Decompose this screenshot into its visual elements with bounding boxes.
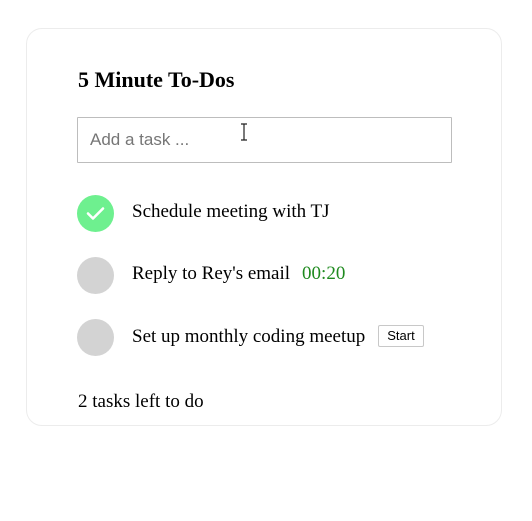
task-complete-toggle[interactable] <box>77 195 114 232</box>
todo-card: 5 Minute To-Dos Schedule meeting with TJ… <box>26 28 502 426</box>
task-complete-toggle[interactable] <box>77 319 114 356</box>
task-timer: 00:20 <box>302 263 346 284</box>
task-label: Reply to Rey's email <box>132 263 291 284</box>
add-task-input[interactable] <box>77 117 452 163</box>
task-label: Schedule meeting with TJ <box>132 201 330 222</box>
tasks-remaining-count: 2 tasks left to do <box>78 391 204 412</box>
task-content: Set up monthly coding meetup Start <box>132 325 424 348</box>
checkmark-icon <box>86 207 105 220</box>
task-content: Reply to Rey's email 00:20 <box>132 263 345 285</box>
start-timer-button[interactable]: Start <box>378 325 424 347</box>
app-title: 5 Minute To-Dos <box>78 67 235 92</box>
task-label: Set up monthly coding meetup <box>132 326 366 347</box>
task-complete-toggle[interactable] <box>77 257 114 294</box>
